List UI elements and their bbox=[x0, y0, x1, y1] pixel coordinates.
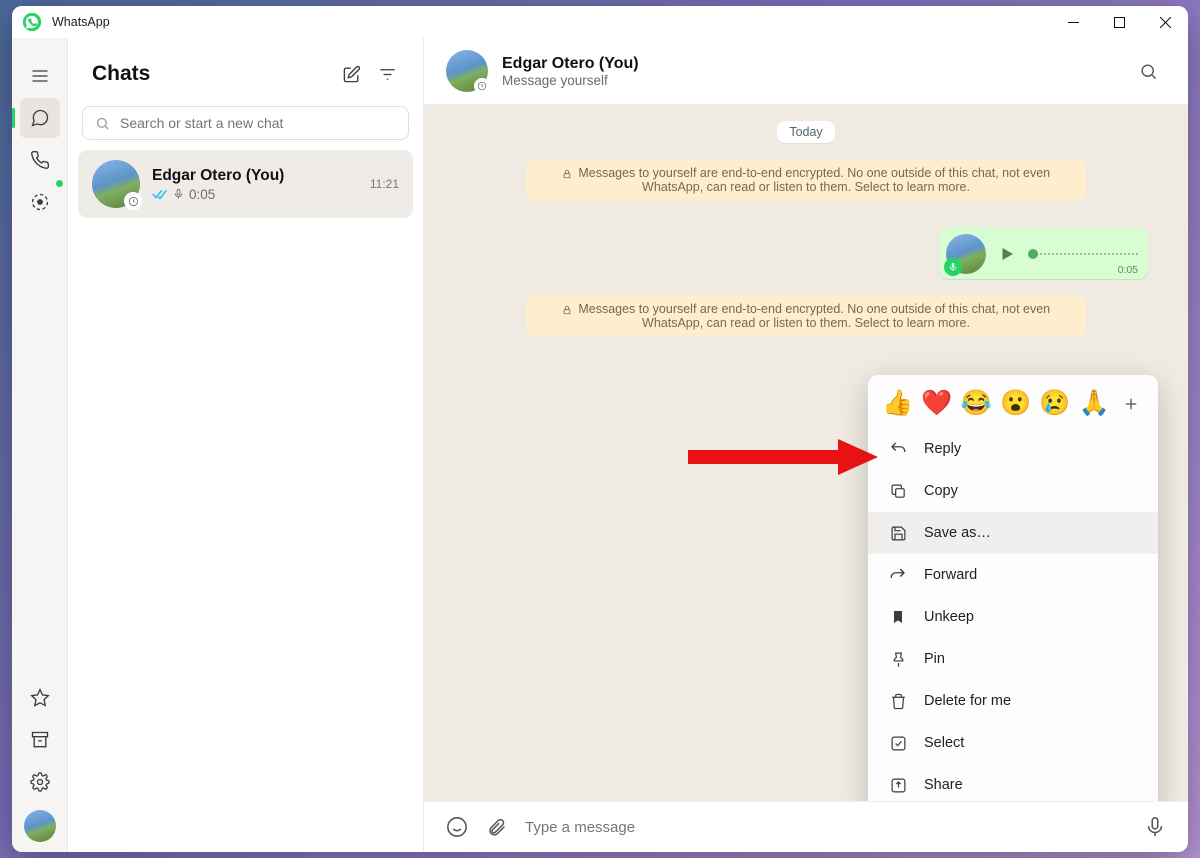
settings-nav-button[interactable] bbox=[20, 762, 60, 802]
whatsapp-logo-icon bbox=[22, 12, 42, 32]
search-input[interactable] bbox=[82, 106, 409, 140]
read-receipt-icon bbox=[152, 188, 168, 200]
attach-button[interactable] bbox=[486, 817, 507, 838]
voice-waveform[interactable] bbox=[1028, 244, 1138, 264]
chat-name: Edgar Otero (You) bbox=[152, 167, 358, 185]
navigation-sidebar bbox=[12, 38, 68, 852]
select-icon bbox=[888, 733, 908, 753]
message-composer bbox=[424, 801, 1188, 852]
menu-select[interactable]: Select bbox=[868, 722, 1158, 764]
play-button[interactable] bbox=[994, 241, 1020, 267]
self-badge-icon bbox=[124, 192, 142, 210]
forward-icon bbox=[888, 565, 908, 585]
maximize-button[interactable] bbox=[1096, 6, 1142, 38]
search-icon bbox=[95, 116, 110, 131]
menu-pin[interactable]: Pin bbox=[868, 638, 1158, 680]
date-separator: Today bbox=[777, 121, 834, 143]
menu-delete[interactable]: Delete for me bbox=[868, 680, 1158, 722]
chat-list-item[interactable]: Edgar Otero (You) 0:05 11:21 bbox=[78, 150, 413, 218]
menu-unkeep[interactable]: Unkeep bbox=[868, 596, 1158, 638]
encryption-notice[interactable]: Messages to yourself are end-to-end encr… bbox=[526, 295, 1086, 337]
conversation-subtitle: Message yourself bbox=[502, 73, 1116, 88]
menu-save-as[interactable]: Save as… bbox=[868, 512, 1158, 554]
profile-avatar[interactable] bbox=[24, 810, 56, 842]
lock-icon bbox=[562, 305, 572, 315]
menu-forward[interactable]: Forward bbox=[868, 554, 1158, 596]
reaction-more-button[interactable] bbox=[1118, 391, 1144, 417]
reaction-thumbs-up[interactable]: 👍 bbox=[882, 389, 913, 418]
message-input[interactable] bbox=[525, 819, 1126, 836]
archive-nav-button[interactable] bbox=[20, 720, 60, 760]
chat-time: 11:21 bbox=[370, 177, 399, 191]
reply-icon bbox=[888, 439, 908, 459]
calls-nav-button[interactable] bbox=[20, 140, 60, 180]
chat-list-title: Chats bbox=[92, 62, 333, 86]
reaction-pray[interactable]: 🙏 bbox=[1079, 389, 1110, 418]
message-context-menu: 👍 ❤️ 😂 😮 😢 🙏 Reply Copy bbox=[868, 375, 1158, 801]
new-chat-button[interactable] bbox=[333, 56, 369, 92]
share-icon bbox=[888, 775, 908, 795]
reaction-heart[interactable]: ❤️ bbox=[921, 389, 952, 418]
chat-preview-duration: 0:05 bbox=[189, 187, 215, 202]
reaction-laugh[interactable]: 😂 bbox=[961, 389, 992, 418]
filter-button[interactable] bbox=[369, 56, 405, 92]
pin-icon bbox=[888, 649, 908, 669]
status-indicator-dot bbox=[56, 180, 63, 187]
bookmark-icon bbox=[888, 607, 908, 627]
window-title: WhatsApp bbox=[52, 15, 110, 29]
chat-list-panel: Chats bbox=[68, 38, 424, 852]
save-icon bbox=[888, 523, 908, 543]
conversation-search-button[interactable] bbox=[1130, 53, 1166, 89]
annotation-arrow bbox=[683, 436, 883, 478]
reaction-wow[interactable]: 😮 bbox=[1000, 389, 1031, 418]
menu-share[interactable]: Share bbox=[868, 764, 1158, 801]
self-badge-icon bbox=[474, 78, 490, 94]
minimize-button[interactable] bbox=[1050, 6, 1096, 38]
copy-icon bbox=[888, 481, 908, 501]
encryption-notice[interactable]: Messages to yourself are end-to-end encr… bbox=[526, 159, 1086, 201]
emoji-picker-button[interactable] bbox=[446, 816, 468, 838]
trash-icon bbox=[888, 691, 908, 711]
reaction-row: 👍 ❤️ 😂 😮 😢 🙏 bbox=[868, 381, 1158, 428]
reaction-sad[interactable]: 😢 bbox=[1039, 389, 1070, 418]
menu-copy[interactable]: Copy bbox=[868, 470, 1158, 512]
voice-duration: 0:05 bbox=[1118, 264, 1138, 276]
app-window: WhatsApp bbox=[12, 6, 1188, 852]
close-button[interactable] bbox=[1142, 6, 1188, 38]
lock-icon bbox=[562, 169, 572, 179]
menu-reply[interactable]: Reply bbox=[868, 428, 1158, 470]
voice-message-bubble[interactable]: 0:05 bbox=[939, 227, 1148, 279]
mic-icon bbox=[173, 187, 184, 201]
starred-nav-button[interactable] bbox=[20, 678, 60, 718]
search-field[interactable] bbox=[120, 115, 396, 131]
mic-badge-icon bbox=[944, 258, 962, 276]
voice-record-button[interactable] bbox=[1144, 816, 1166, 838]
title-bar: WhatsApp bbox=[12, 6, 1188, 38]
menu-button[interactable] bbox=[20, 56, 60, 96]
status-nav-button[interactable] bbox=[20, 182, 60, 222]
conversation-title[interactable]: Edgar Otero (You) bbox=[502, 55, 1116, 73]
chats-nav-button[interactable] bbox=[20, 98, 60, 138]
